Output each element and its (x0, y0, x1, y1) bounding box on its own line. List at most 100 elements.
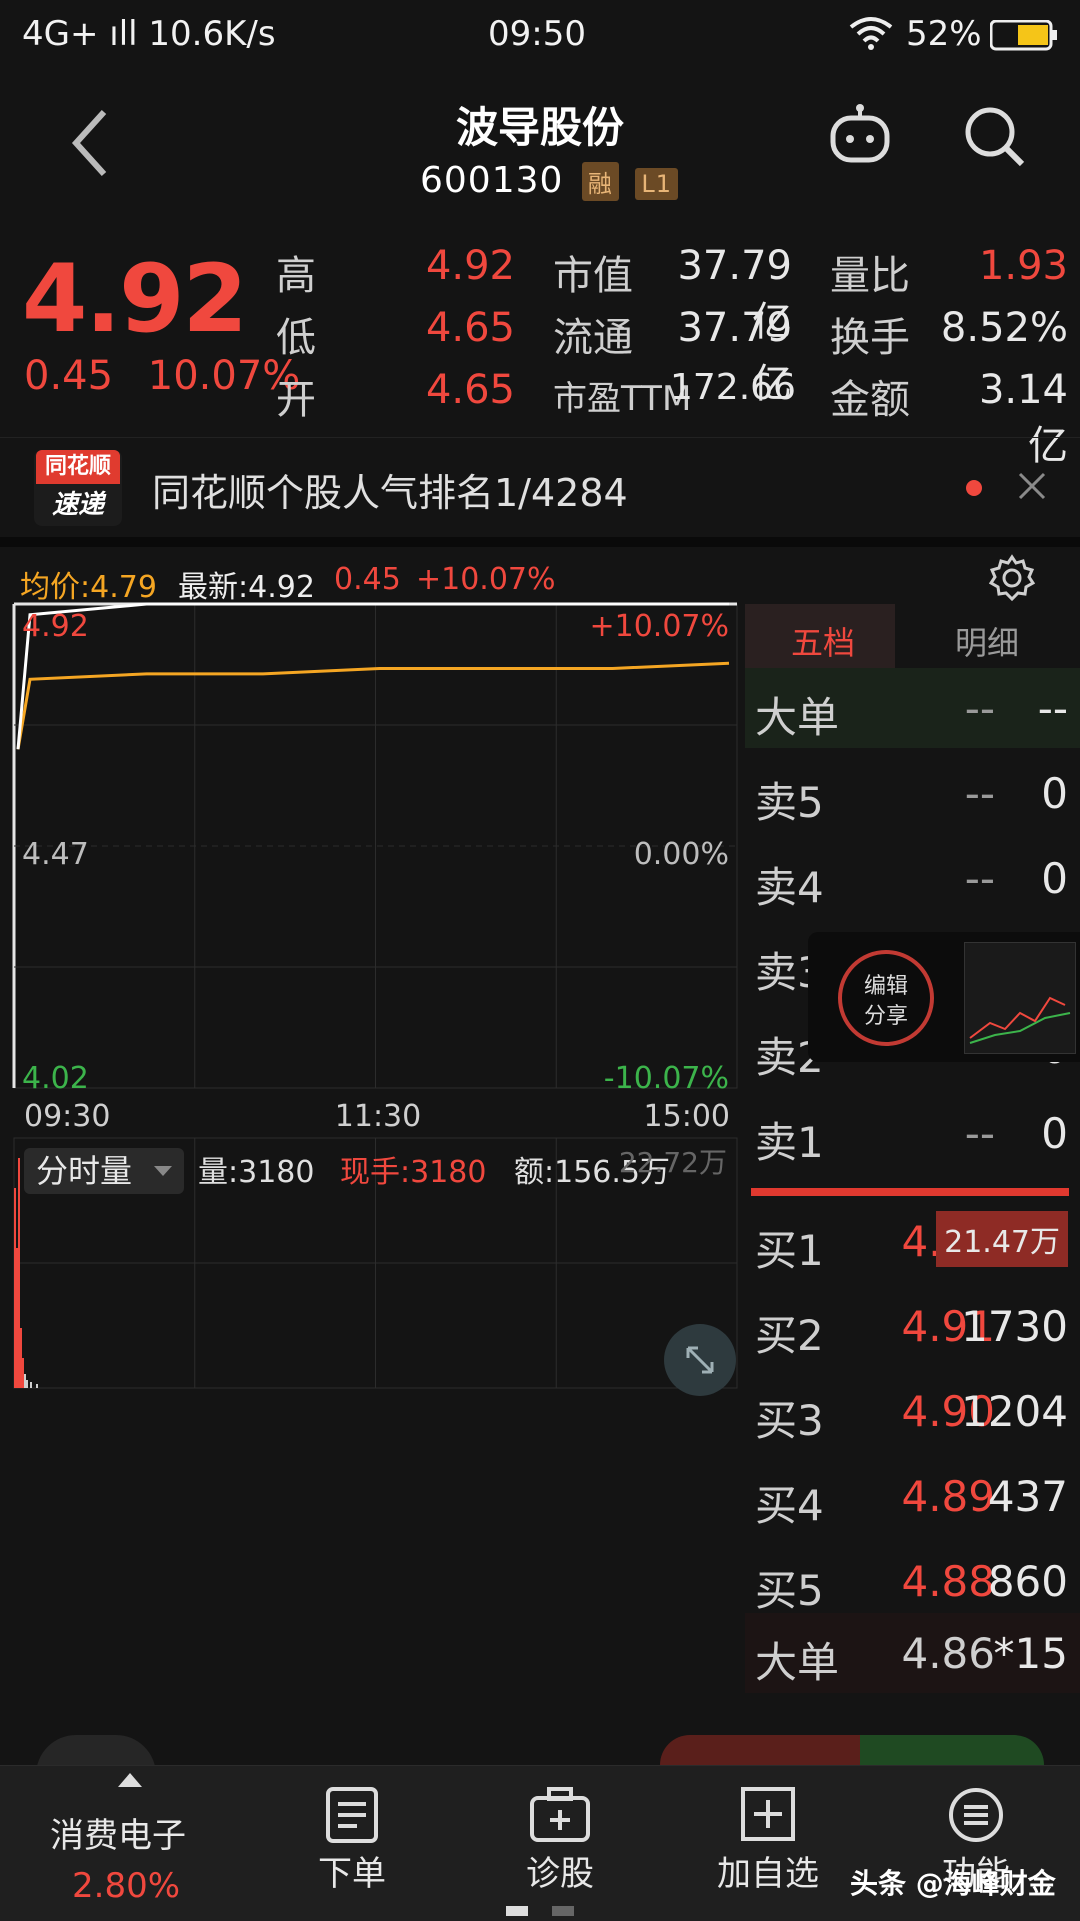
bottom-nav: 消费电子 2.80% 下单 诊股 加自选 功能 头条 @海峰财金 (0, 1765, 1080, 1921)
sell-level-name: 卖5 (755, 778, 824, 827)
edit-share-button[interactable]: 编辑 分享 (838, 950, 934, 1046)
buy-level-price: 4.88 (901, 1557, 995, 1606)
watermark: 头条 @海峰财金 (850, 1867, 1056, 1900)
value-high: 4.92 (425, 243, 515, 289)
tab-five-levels-label: 五档 (791, 624, 856, 662)
latest-change: 0.45 (334, 562, 401, 597)
tab-five-levels[interactable]: 五档 (745, 604, 895, 672)
share-popup[interactable]: 编辑 分享 (808, 932, 1080, 1062)
sector-pct: 2.80% (72, 1866, 181, 1906)
chart-series-line (16, 661, 730, 750)
label-float: 流通 (553, 315, 633, 361)
big-order-label: 大单 (755, 693, 840, 742)
page-indicator-active (506, 1906, 528, 1916)
volume-bar (14, 1188, 16, 1388)
edit-label: 编辑 (863, 974, 908, 999)
chart-x-tick: 15:00 (644, 1099, 730, 1134)
news-badge: 同花顺 速递 (34, 450, 122, 526)
battery-percent: 52% (906, 14, 982, 54)
volume-max-label: 22.72万 (619, 1146, 727, 1179)
buy-level-name: 买3 (755, 1396, 824, 1445)
intraday-chart[interactable]: 4.92 4.47 4.02 +10.07% 0.00% -10.07% 09:30 11:3… (0, 598, 745, 1398)
battery-icon (989, 19, 1060, 61)
buy-level-row: 买4 4.89 437 (745, 1456, 1080, 1536)
big-order-buy-price: 4.86 (901, 1629, 995, 1678)
chart-x-tick: 09:30 (24, 1099, 110, 1134)
clock: 09:50 (488, 14, 586, 54)
chart-y-tick-right: 0.00% (634, 837, 729, 872)
label-turnover: 换手 (830, 315, 910, 361)
spread-divider (751, 1188, 1069, 1196)
label-high: 高 (276, 253, 316, 299)
chart-header: 均价:4.79 最新:4.92 0.45 +10.07% (0, 552, 1080, 605)
stock-name: 波导股份 (455, 103, 624, 152)
menu-circle-icon (947, 1786, 1005, 1848)
chart-y-tick-right: +10.07% (589, 609, 729, 644)
search-icon[interactable] (962, 104, 1026, 172)
volume-hand: 现手:3180 (340, 1155, 486, 1190)
news-text: 同花顺个股人气排名1/4284 (152, 471, 628, 515)
sell-level-price: -- (964, 1109, 995, 1158)
nav-add-watchlist-label: 加自选 (717, 1854, 819, 1894)
value-open: 4.65 (425, 367, 515, 413)
sell-level-name: 卖4 (755, 863, 824, 912)
sell-level-row: 卖4 -- 0 (745, 838, 1080, 918)
app-header: 波导股份 600130 融 L1 (0, 72, 1080, 212)
chart-thumbnail (964, 942, 1076, 1054)
label-mcap: 市值 (553, 253, 633, 299)
unread-dot-icon (966, 480, 982, 496)
stock-code: 600130 (420, 160, 564, 201)
news-strip[interactable]: 同花顺 速递 同花顺个股人气排名1/4284 (0, 437, 1080, 538)
buy-level-row: 买2 4.91 1730 (745, 1286, 1080, 1366)
chart-y-tick-left: 4.47 (22, 837, 89, 872)
news-badge-top: 同花顺 (36, 450, 120, 484)
close-icon[interactable] (1016, 470, 1048, 506)
big-order-price: -- (964, 684, 995, 733)
latest-pct: +10.07% (416, 562, 556, 597)
news-badge-bottom: 速递 (51, 490, 104, 520)
value-pe: 172.66 (670, 367, 796, 408)
nav-diagnose[interactable]: 诊股 (470, 1766, 650, 1921)
volume-bar (36, 1384, 38, 1388)
quote-panel: 4.92 0.45 10.07% 高 4.92 市值 37.79亿 量比 1.9… (0, 215, 1080, 469)
buy-level-row: 买5 4.88 860 (745, 1541, 1080, 1621)
price-change: 0.45 10.07% (24, 353, 300, 399)
sell-level-volume: 0 (1041, 854, 1068, 903)
buy-level-price: 4.89 (901, 1472, 995, 1521)
level-tag: L1 (635, 168, 678, 200)
big-order-volume: -- (1037, 684, 1068, 733)
value-turnover: 8.52% (940, 305, 1068, 351)
buy-level-name: 买4 (755, 1481, 824, 1530)
buy-level-name: 买1 (755, 1226, 824, 1275)
volume-bar (26, 1380, 28, 1388)
big-order-buy-label: 大单 (755, 1638, 840, 1687)
nav-order-label: 下单 (318, 1854, 386, 1894)
chart-y-tick-left: 4.92 (22, 609, 89, 644)
sector-item[interactable]: 消费电子 2.80% (20, 1766, 230, 1921)
buy-level-volume: 1730 (961, 1302, 1068, 1351)
sell-level-row: 卖1 -- 0 (745, 1093, 1080, 1173)
medkit-icon (529, 1786, 591, 1848)
page-indicator (552, 1906, 574, 1916)
value-volratio: 1.93 (978, 243, 1068, 289)
add-square-icon (740, 1786, 796, 1846)
chart-x-tick: 11:30 (335, 1099, 421, 1134)
volume-mode-label: 分时量 (36, 1152, 132, 1190)
robot-icon[interactable] (828, 102, 892, 170)
buy-level-volume: 1204 (961, 1387, 1068, 1436)
volume-bar (30, 1382, 32, 1388)
order-book: 五档 明细 大单 -- -- 卖5--0卖4--0卖3--0卖2--0卖1--0… (745, 598, 1080, 1713)
nav-order[interactable]: 下单 (262, 1766, 442, 1921)
nav-add-watchlist[interactable]: 加自选 (678, 1766, 858, 1921)
volume-bar (22, 1358, 24, 1388)
tab-detail[interactable]: 明细 (905, 604, 1075, 672)
sell-level-name: 卖1 (755, 1118, 824, 1167)
buy-level-volume: 860 (987, 1557, 1068, 1606)
current-price: 4.92 (22, 245, 248, 354)
buy-level-volume: 21.47万 (936, 1211, 1068, 1267)
stock-code-row: 600130 融 L1 (420, 160, 678, 201)
change-amount: 0.45 (24, 353, 114, 399)
label-open: 开 (276, 377, 316, 423)
buy-level-volume: 437 (987, 1472, 1068, 1521)
volume-value: 量:3180 (198, 1155, 314, 1190)
